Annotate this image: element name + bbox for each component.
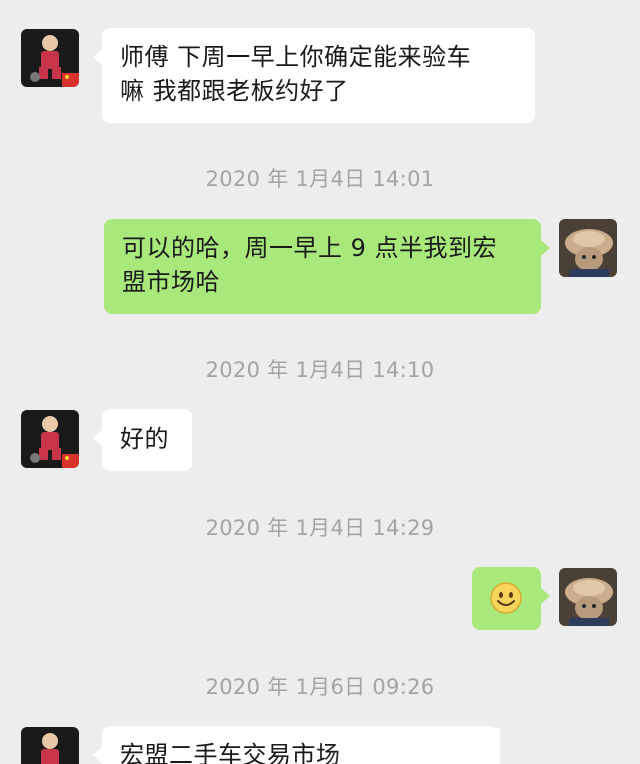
message-text-line: 盟市场哈 <box>122 268 220 296</box>
incoming-message-bubble[interactable]: 师傅 下周一早上你确定能来验车 嘛 我都跟老板约好了 <box>93 28 535 123</box>
message-timestamp: 2020 年 1月4日 14:10 <box>205 358 435 382</box>
my-avatar-image <box>559 219 617 277</box>
message-text: 好的 <box>120 425 169 453</box>
contact-avatar[interactable] <box>21 29 79 87</box>
contact-avatar-image <box>21 410 79 468</box>
contact-avatar[interactable] <box>21 727 79 764</box>
text-redaction-blur <box>330 728 500 764</box>
smiley-face-icon <box>490 582 522 614</box>
message-timestamp: 2020 年 1月6日 09:26 <box>205 675 435 699</box>
contact-avatar[interactable] <box>21 410 79 468</box>
message-text-line: 可以的哈，周一早上 9 点半我到宏 <box>122 234 498 262</box>
message-timestamp: 2020 年 1月4日 14:01 <box>205 167 435 191</box>
contact-avatar-image <box>21 727 79 764</box>
contact-avatar-image <box>21 29 79 87</box>
message-text-line: 师傅 下周一早上你确定能来验车 <box>120 43 472 71</box>
incoming-message-bubble[interactable]: 好的 <box>93 409 192 471</box>
chat-view: 师傅 下周一早上你确定能来验车 嘛 我都跟老板约好了 2020 年 1月4日 1… <box>0 0 640 764</box>
message-timestamp: 2020 年 1月4日 14:29 <box>205 516 435 540</box>
my-avatar[interactable] <box>559 219 617 277</box>
my-avatar-image <box>559 568 617 626</box>
my-avatar[interactable] <box>559 568 617 626</box>
outgoing-message-bubble[interactable] <box>472 567 550 630</box>
outgoing-message-bubble[interactable]: 可以的哈，周一早上 9 点半我到宏 盟市场哈 <box>104 219 550 314</box>
message-text-line: 嘛 我都跟老板约好了 <box>120 77 349 105</box>
